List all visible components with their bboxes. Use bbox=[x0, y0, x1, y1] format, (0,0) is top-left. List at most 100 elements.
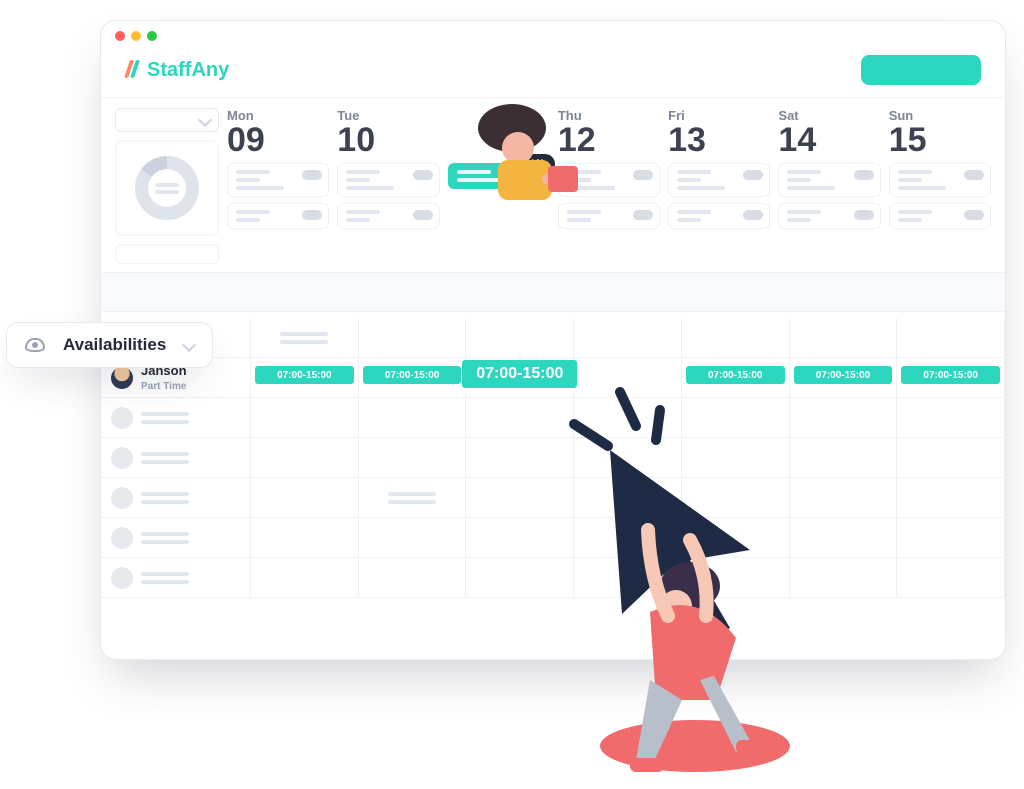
availability-chip[interactable]: 07:00-15:00 bbox=[255, 366, 354, 384]
grid-cell[interactable] bbox=[251, 518, 358, 558]
brand-name: StaffAny bbox=[147, 59, 229, 82]
grid-col: 07:00-15:00 bbox=[790, 318, 898, 598]
grid-cell[interactable] bbox=[574, 478, 681, 518]
staff-row[interactable] bbox=[101, 478, 250, 518]
grid-cell[interactable] bbox=[897, 518, 1004, 558]
grid-cell[interactable] bbox=[790, 398, 897, 438]
staff-row[interactable] bbox=[101, 558, 250, 598]
grid-cell[interactable] bbox=[574, 518, 681, 558]
grid-cell[interactable] bbox=[682, 518, 789, 558]
grid-cell[interactable] bbox=[466, 558, 573, 598]
grid-col: 07:00-15:00 bbox=[359, 318, 467, 598]
day-number: 12 bbox=[558, 123, 660, 157]
grid-cell[interactable]: 07:00-15:00 bbox=[790, 358, 897, 398]
shift-card[interactable] bbox=[889, 203, 991, 229]
grid-cell[interactable]: 07:00-15:00 bbox=[251, 358, 358, 398]
availability-chip[interactable]: 07:00-15:00 bbox=[686, 366, 785, 384]
shift-card[interactable] bbox=[337, 203, 439, 229]
grid-cell[interactable] bbox=[359, 518, 466, 558]
avatar-icon bbox=[111, 567, 133, 589]
day-number: 13 bbox=[668, 123, 770, 157]
window-minimize-icon[interactable] bbox=[131, 31, 141, 41]
shift-card[interactable] bbox=[668, 163, 770, 197]
grid-cell[interactable] bbox=[790, 318, 897, 358]
grid-cell[interactable] bbox=[790, 558, 897, 598]
grid-cell[interactable] bbox=[466, 318, 573, 358]
day-column-wed: Wed 11 1/1 bbox=[448, 108, 550, 264]
grid-cell[interactable] bbox=[897, 318, 1004, 358]
grid-cell[interactable] bbox=[682, 318, 789, 358]
availability-chip-large[interactable]: 07:00-15:00 bbox=[462, 360, 577, 388]
grid-cell[interactable]: 07:00-15:00 bbox=[359, 358, 466, 398]
grid-cell[interactable]: 07:00-15:00 bbox=[466, 358, 573, 398]
grid-cell[interactable] bbox=[897, 438, 1004, 478]
availability-chip[interactable]: 07:00-15:00 bbox=[794, 366, 893, 384]
grid-col bbox=[574, 318, 682, 598]
grid-cell[interactable] bbox=[574, 438, 681, 478]
grid-cell[interactable]: 07:00-15:00 bbox=[897, 358, 1004, 398]
week-sidebar bbox=[115, 108, 219, 264]
shift-card[interactable] bbox=[558, 163, 660, 197]
placeholder-line bbox=[155, 190, 179, 194]
grid-cell[interactable] bbox=[574, 398, 681, 438]
staff-row[interactable] bbox=[101, 518, 250, 558]
grid-cell[interactable] bbox=[359, 558, 466, 598]
badge-icon bbox=[302, 170, 322, 180]
grid-cell[interactable] bbox=[251, 318, 358, 358]
window-zoom-icon[interactable] bbox=[147, 31, 157, 41]
staff-row[interactable] bbox=[101, 398, 250, 438]
avatar-icon bbox=[111, 407, 133, 429]
shift-card[interactable] bbox=[558, 203, 660, 229]
grid-cell[interactable] bbox=[359, 318, 466, 358]
filter-dropdown[interactable] bbox=[115, 108, 219, 132]
progress-ring-icon bbox=[135, 156, 199, 220]
shift-card-active[interactable]: 1/1 bbox=[448, 163, 550, 189]
shift-card[interactable] bbox=[889, 163, 991, 197]
shift-card[interactable] bbox=[227, 203, 329, 229]
grid-cell[interactable] bbox=[897, 558, 1004, 598]
day-column-thu: Thu 12 bbox=[558, 108, 660, 264]
staff-row[interactable] bbox=[101, 438, 250, 478]
grid-cell[interactable] bbox=[574, 558, 681, 598]
grid-cell[interactable] bbox=[682, 558, 789, 598]
grid-cell[interactable] bbox=[682, 438, 789, 478]
grid-cell[interactable] bbox=[251, 398, 358, 438]
grid-cell[interactable] bbox=[790, 518, 897, 558]
avatar-icon bbox=[111, 447, 133, 469]
grid-cell[interactable] bbox=[574, 358, 681, 398]
grid-cell[interactable] bbox=[251, 478, 358, 518]
badge-icon bbox=[854, 210, 874, 220]
availability-chip[interactable]: 07:00-15:00 bbox=[363, 366, 462, 384]
brand-logo[interactable]: StaffAny bbox=[125, 59, 229, 82]
availability-chip[interactable]: 07:00-15:00 bbox=[901, 366, 1000, 384]
grid-cell[interactable] bbox=[790, 478, 897, 518]
grid-cell[interactable] bbox=[790, 438, 897, 478]
titlebar bbox=[101, 21, 1005, 51]
grid-cell[interactable] bbox=[251, 558, 358, 598]
shift-card[interactable] bbox=[668, 203, 770, 229]
grid-cell[interactable] bbox=[466, 398, 573, 438]
grid-cell[interactable] bbox=[466, 478, 573, 518]
availabilities-dropdown[interactable]: Availabilities bbox=[6, 322, 213, 368]
grid-cell[interactable] bbox=[897, 478, 1004, 518]
avatar-icon bbox=[111, 527, 133, 549]
shift-card[interactable] bbox=[337, 163, 439, 197]
grid-cell[interactable] bbox=[359, 438, 466, 478]
shift-card[interactable] bbox=[778, 163, 880, 197]
grid-cell[interactable]: 07:00-15:00 bbox=[682, 358, 789, 398]
grid-cell[interactable] bbox=[251, 438, 358, 478]
grid-cell[interactable] bbox=[359, 398, 466, 438]
grid-cell[interactable] bbox=[466, 518, 573, 558]
badge-icon bbox=[413, 170, 433, 180]
grid-cell[interactable] bbox=[359, 478, 466, 518]
grid-cell[interactable] bbox=[682, 478, 789, 518]
grid-cell[interactable] bbox=[682, 398, 789, 438]
shift-card[interactable] bbox=[227, 163, 329, 197]
grid-col: 07:00-15:00 bbox=[251, 318, 359, 598]
shift-card[interactable] bbox=[778, 203, 880, 229]
primary-cta-button[interactable] bbox=[861, 55, 981, 85]
grid-cell[interactable] bbox=[897, 398, 1004, 438]
window-close-icon[interactable] bbox=[115, 31, 125, 41]
grid-cell[interactable] bbox=[574, 318, 681, 358]
grid-cell[interactable] bbox=[466, 438, 573, 478]
